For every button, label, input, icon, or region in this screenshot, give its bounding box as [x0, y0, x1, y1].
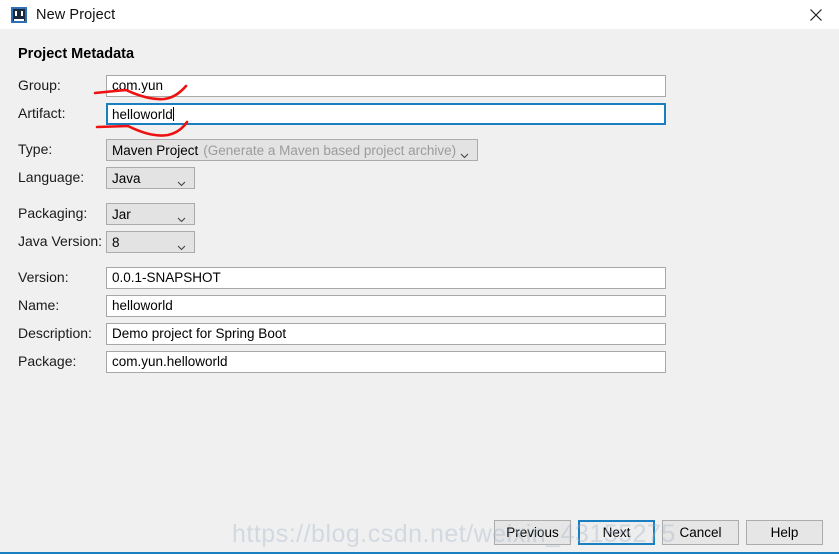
type-dropdown-hint: (Generate a Maven based project archive) — [203, 142, 457, 158]
dialog-button-bar: Previous Next Cancel Help — [0, 520, 839, 550]
chevron-down-icon — [177, 239, 186, 251]
java-version-dropdown[interactable]: 8 — [106, 231, 195, 253]
packaging-dropdown-value: Jar — [112, 206, 131, 222]
label-java-version: Java Version: — [18, 233, 103, 249]
chevron-down-icon — [177, 175, 186, 187]
label-language: Language: — [18, 169, 85, 185]
new-project-dialog: New Project Project Metadata Group: com.… — [0, 0, 839, 554]
label-packaging: Packaging: — [18, 205, 88, 221]
close-icon[interactable] — [793, 0, 839, 29]
group-input[interactable]: com.yun — [106, 75, 666, 97]
help-button[interactable]: Help — [746, 520, 823, 545]
title-bar: New Project — [0, 0, 839, 29]
version-input[interactable]: 0.0.1-SNAPSHOT — [106, 267, 666, 289]
chevron-down-icon — [460, 147, 469, 159]
artifact-input-value: helloworld — [112, 107, 173, 122]
type-dropdown-value: Maven Project — [112, 142, 199, 158]
label-group: Group: — [18, 77, 61, 93]
packaging-dropdown[interactable]: Jar — [106, 203, 195, 225]
chevron-down-icon — [177, 211, 186, 223]
page-title: Project Metadata — [18, 46, 135, 62]
window-title: New Project — [36, 6, 116, 23]
label-type: Type: — [18, 141, 53, 157]
artifact-input[interactable]: helloworld — [106, 103, 666, 125]
label-name: Name: — [18, 297, 60, 313]
next-button[interactable]: Next — [578, 520, 655, 545]
text-caret — [172, 107, 174, 121]
java-version-dropdown-value: 8 — [112, 234, 120, 250]
language-dropdown[interactable]: Java — [106, 167, 195, 189]
type-dropdown[interactable]: Maven Project (Generate a Maven based pr… — [106, 139, 478, 161]
label-artifact: Artifact: — [18, 105, 66, 121]
cancel-button[interactable]: Cancel — [662, 520, 739, 545]
intellij-idea-icon — [11, 6, 27, 23]
project-name-input[interactable]: helloworld — [106, 295, 666, 317]
previous-button[interactable]: Previous — [494, 520, 571, 545]
label-version: Version: — [18, 269, 69, 285]
package-input[interactable]: com.yun.helloworld — [106, 351, 666, 373]
description-input[interactable]: Demo project for Spring Boot — [106, 323, 666, 345]
language-dropdown-value: Java — [112, 170, 141, 186]
dialog-content: Project Metadata Group: com.yun Artifact… — [0, 29, 839, 552]
label-package: Package: — [18, 353, 77, 369]
label-description: Description: — [18, 325, 92, 341]
